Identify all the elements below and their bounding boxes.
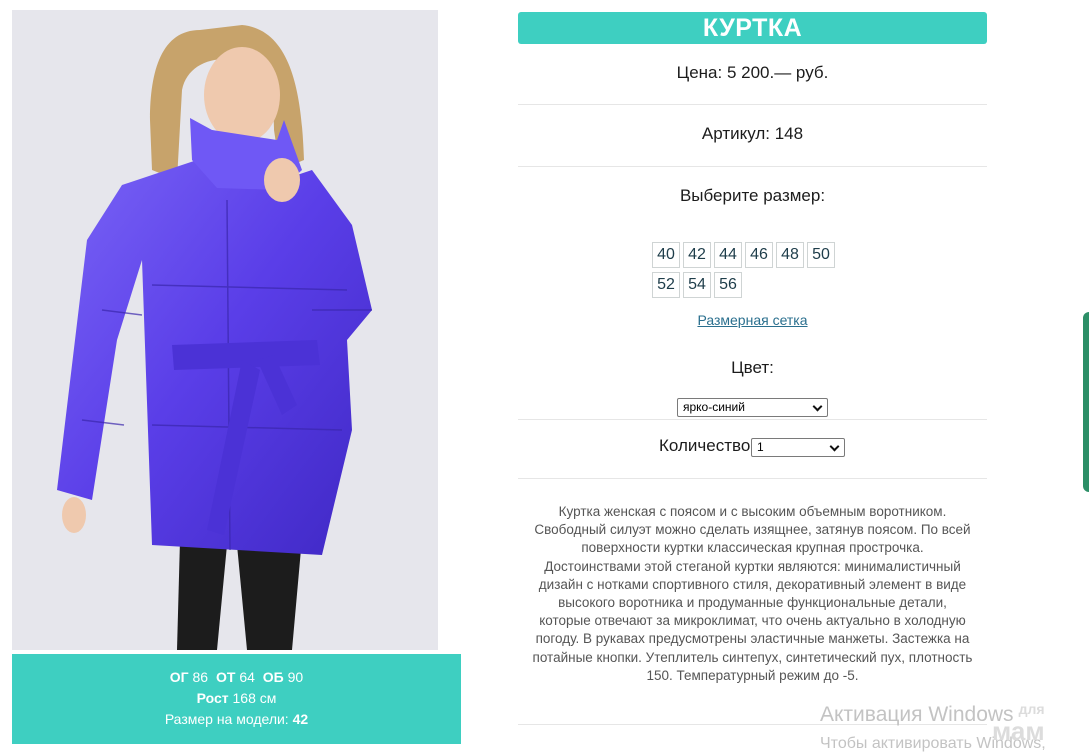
model-height: Рост 168 см [196, 690, 277, 706]
size-option-40[interactable]: 40 [652, 242, 680, 268]
quantity-select[interactable]: 1 [751, 438, 845, 457]
model-size: Размер на модели: 42 [164, 711, 309, 727]
model-measurements: ОГ 86 ОТ 64 ОБ 90 Рост 168 см Размер на … [12, 654, 461, 744]
side-widget-tab[interactable] [1083, 312, 1089, 492]
size-option-48[interactable]: 48 [776, 242, 804, 268]
size-option-44[interactable]: 44 [714, 242, 742, 268]
divider [518, 104, 987, 105]
color-select-value: ярко-синий [683, 400, 745, 414]
product-photo [12, 10, 438, 650]
size-option-54[interactable]: 54 [683, 272, 711, 298]
divider [518, 478, 987, 479]
size-option-50[interactable]: 50 [807, 242, 835, 268]
quantity-label: Количество: [659, 436, 756, 455]
windows-activation-watermark: Активация Windows Чтобы активировать Win… [820, 700, 1089, 752]
product-description: Куртка женская с поясом и с высоким объе… [532, 504, 973, 683]
product-title: КУРТКА [518, 12, 987, 44]
model-in-jacket-image [12, 10, 438, 650]
model-bust-waist-hips: ОГ 86 ОТ 64 ОБ 90 [169, 669, 304, 685]
size-options: 40 42 44 46 48 50 52 54 56 [652, 242, 842, 298]
site-watermark-logo: для мам [992, 698, 1045, 744]
product-price: Цена: 5 200.— руб. [676, 63, 829, 82]
activation-subtitle: Чтобы активировать Windows, [820, 735, 1046, 752]
size-option-42[interactable]: 42 [683, 242, 711, 268]
divider [518, 166, 987, 167]
size-option-56[interactable]: 56 [714, 272, 742, 298]
color-select[interactable]: ярко-синий [677, 398, 828, 417]
size-prompt: Выберите размер: [679, 186, 826, 205]
size-option-52[interactable]: 52 [652, 272, 680, 298]
color-label: Цвет: [731, 358, 774, 377]
product-article: Артикул: 148 [701, 124, 804, 143]
size-chart-link[interactable]: Размерная сетка [518, 312, 987, 328]
quantity-select-value: 1 [757, 440, 764, 454]
activation-title: Активация Windows [820, 703, 1014, 726]
chevron-down-icon [812, 401, 823, 412]
size-option-46[interactable]: 46 [745, 242, 773, 268]
divider [518, 419, 987, 420]
site-watermark-bottom: мам [992, 716, 1045, 746]
chevron-down-icon [829, 441, 840, 452]
